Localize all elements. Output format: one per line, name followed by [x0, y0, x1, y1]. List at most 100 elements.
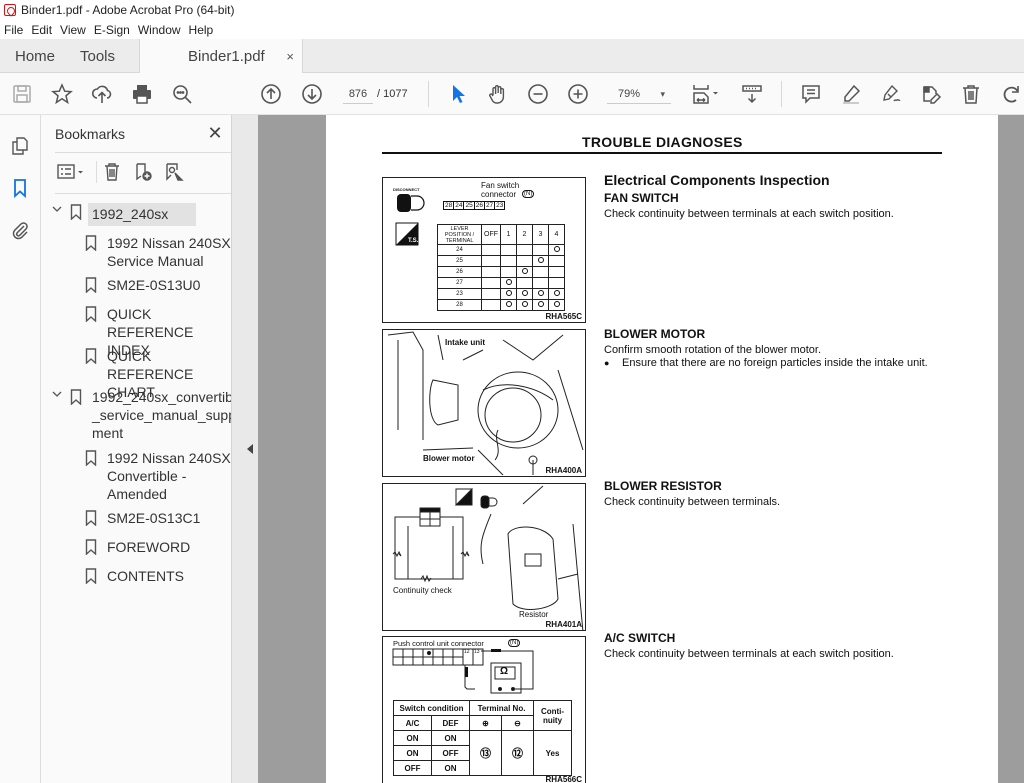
table-cell: ⑬ [469, 730, 502, 776]
rotate-icon[interactable] [999, 82, 1023, 106]
table-cell [481, 288, 501, 300]
toolbar-divider [781, 81, 782, 107]
continuity-marker-icon [537, 301, 544, 307]
page-thumbnails-icon[interactable] [9, 135, 31, 157]
figure-code: RHA566C [545, 775, 582, 783]
bookmark-icon [85, 277, 97, 294]
zoom-level-select[interactable]: 79% ▾ [607, 84, 671, 104]
terminal-number: 26 [437, 266, 482, 278]
section-text-blower-resistor: Check continuity between terminals. [604, 496, 781, 508]
menu-edit[interactable]: Edit [31, 23, 52, 37]
bookmark-label: 1992 Nissan 240SX Convertible - Amended [107, 450, 231, 502]
table-cell [481, 277, 501, 289]
toolbar-divider [96, 161, 97, 183]
tab-document[interactable]: Binder1.pdf × [139, 39, 303, 73]
chevron-down-icon[interactable] [52, 204, 62, 218]
table-cell [532, 244, 549, 256]
find-bookmark-icon[interactable] [163, 161, 185, 183]
collapse-panel-arrow-icon[interactable] [247, 444, 253, 454]
ac-connector-label: Push control unit connector [393, 639, 484, 648]
bookmark-item[interactable]: SM2E-0S13U0 [85, 276, 200, 294]
table-cell: ON [431, 760, 470, 776]
document-viewer[interactable]: TROUBLE DIAGNOSES Electrical Components … [258, 115, 1024, 783]
tab-tools[interactable]: Tools [80, 39, 115, 73]
terminal-number: 28 [437, 299, 482, 311]
page-number-input[interactable]: 876 [343, 84, 373, 104]
close-tab-icon[interactable]: × [286, 49, 294, 64]
close-panel-icon[interactable]: ✕ [205, 123, 225, 143]
bookmarks-icon[interactable] [9, 177, 31, 199]
table-cell [500, 277, 517, 289]
left-nav-rail [0, 115, 41, 783]
next-page-icon[interactable] [300, 82, 324, 106]
table-row: 23 [437, 288, 565, 300]
continuity-marker-icon [521, 290, 528, 296]
menu-file[interactable]: File [4, 23, 23, 37]
bookmark-label: 1992_240sx_convertible _service_manual_s… [92, 389, 247, 441]
table-cell [481, 244, 501, 256]
previous-page-icon[interactable] [259, 82, 283, 106]
toolbar-divider [428, 81, 429, 107]
bookmark-icon [85, 539, 97, 556]
bookmark-label: FOREWORD [107, 539, 191, 555]
hand-tool-icon[interactable] [486, 82, 510, 106]
table-cell [500, 255, 517, 267]
fit-page-icon[interactable] [688, 82, 722, 106]
comment-icon[interactable] [799, 82, 823, 106]
disconnect-label: DISCONNECT [393, 187, 420, 192]
terminal-number: 24 [437, 244, 482, 256]
page-total: / 1077 [377, 88, 408, 100]
continuity-marker-icon [505, 290, 512, 296]
continuity-marker-icon [521, 301, 528, 307]
panel-splitter[interactable] [231, 115, 258, 783]
bookmark-item[interactable]: FOREWORD [85, 538, 190, 556]
bookmark-item[interactable]: CONTENTS [85, 567, 184, 585]
continuity-marker-icon [553, 246, 560, 252]
bookmark-label: 1992_240sx [88, 203, 197, 226]
connector-badge: (N) [522, 190, 535, 198]
table-cell [532, 288, 549, 300]
table-cell [532, 299, 549, 311]
bookmark-label: 1992 Nissan 240SX Service Manual [107, 235, 231, 269]
menu-esign[interactable]: E-Sign [94, 23, 130, 37]
tab-home[interactable]: Home [15, 39, 55, 73]
bookmark-item[interactable]: 1992 Nissan 240SX Service Manual [85, 234, 231, 270]
menu-window[interactable]: Window [138, 23, 181, 37]
table-row: 27 [437, 277, 565, 289]
label-blower-motor: Blower motor [423, 454, 475, 463]
bookmark-item[interactable]: 1992_240sx [52, 203, 197, 226]
highlight-icon[interactable] [839, 82, 863, 106]
chevron-down-icon[interactable] [52, 389, 62, 403]
figure-ac-switch: Push control unit connector (N) 12 13 Ω … [382, 636, 586, 783]
bookmark-item[interactable]: SM2E-0S13C1 [85, 509, 200, 527]
menu-view[interactable]: View [60, 23, 86, 37]
delete-icon[interactable] [959, 82, 983, 106]
new-bookmark-icon[interactable] [132, 161, 154, 183]
table-cell [500, 266, 517, 278]
table-cell [500, 244, 517, 256]
save-icon[interactable] [10, 82, 34, 106]
bookmark-options-icon[interactable] [54, 161, 88, 183]
table-cell [548, 288, 565, 300]
ohmmeter-symbol: Ω [500, 666, 509, 677]
upload-cloud-icon[interactable] [90, 82, 114, 106]
attachments-icon[interactable] [9, 219, 31, 241]
table-cell [548, 255, 565, 267]
menu-help[interactable]: Help [189, 23, 214, 37]
print-icon[interactable] [130, 82, 154, 106]
bookmark-star-icon[interactable] [50, 82, 74, 106]
pin: 24 [454, 201, 465, 210]
zoom-in-icon[interactable] [566, 82, 590, 106]
zoom-out-icon[interactable] [526, 82, 550, 106]
sign-icon[interactable] [879, 82, 903, 106]
bookmark-item[interactable]: 1992_240sx_convertible _service_manual_s… [52, 388, 247, 442]
select-arrow-icon[interactable] [446, 82, 470, 106]
search-zoom-icon[interactable] [170, 82, 194, 106]
delete-bookmark-icon[interactable] [101, 161, 123, 183]
continuity-marker-icon [553, 301, 560, 307]
edit-pdf-icon[interactable] [919, 82, 943, 106]
table-cell [532, 266, 549, 278]
scroll-mode-icon[interactable] [740, 82, 764, 106]
bookmark-item[interactable]: 1992 Nissan 240SX Convertible - Amended [85, 449, 231, 503]
table-cell [481, 266, 501, 278]
